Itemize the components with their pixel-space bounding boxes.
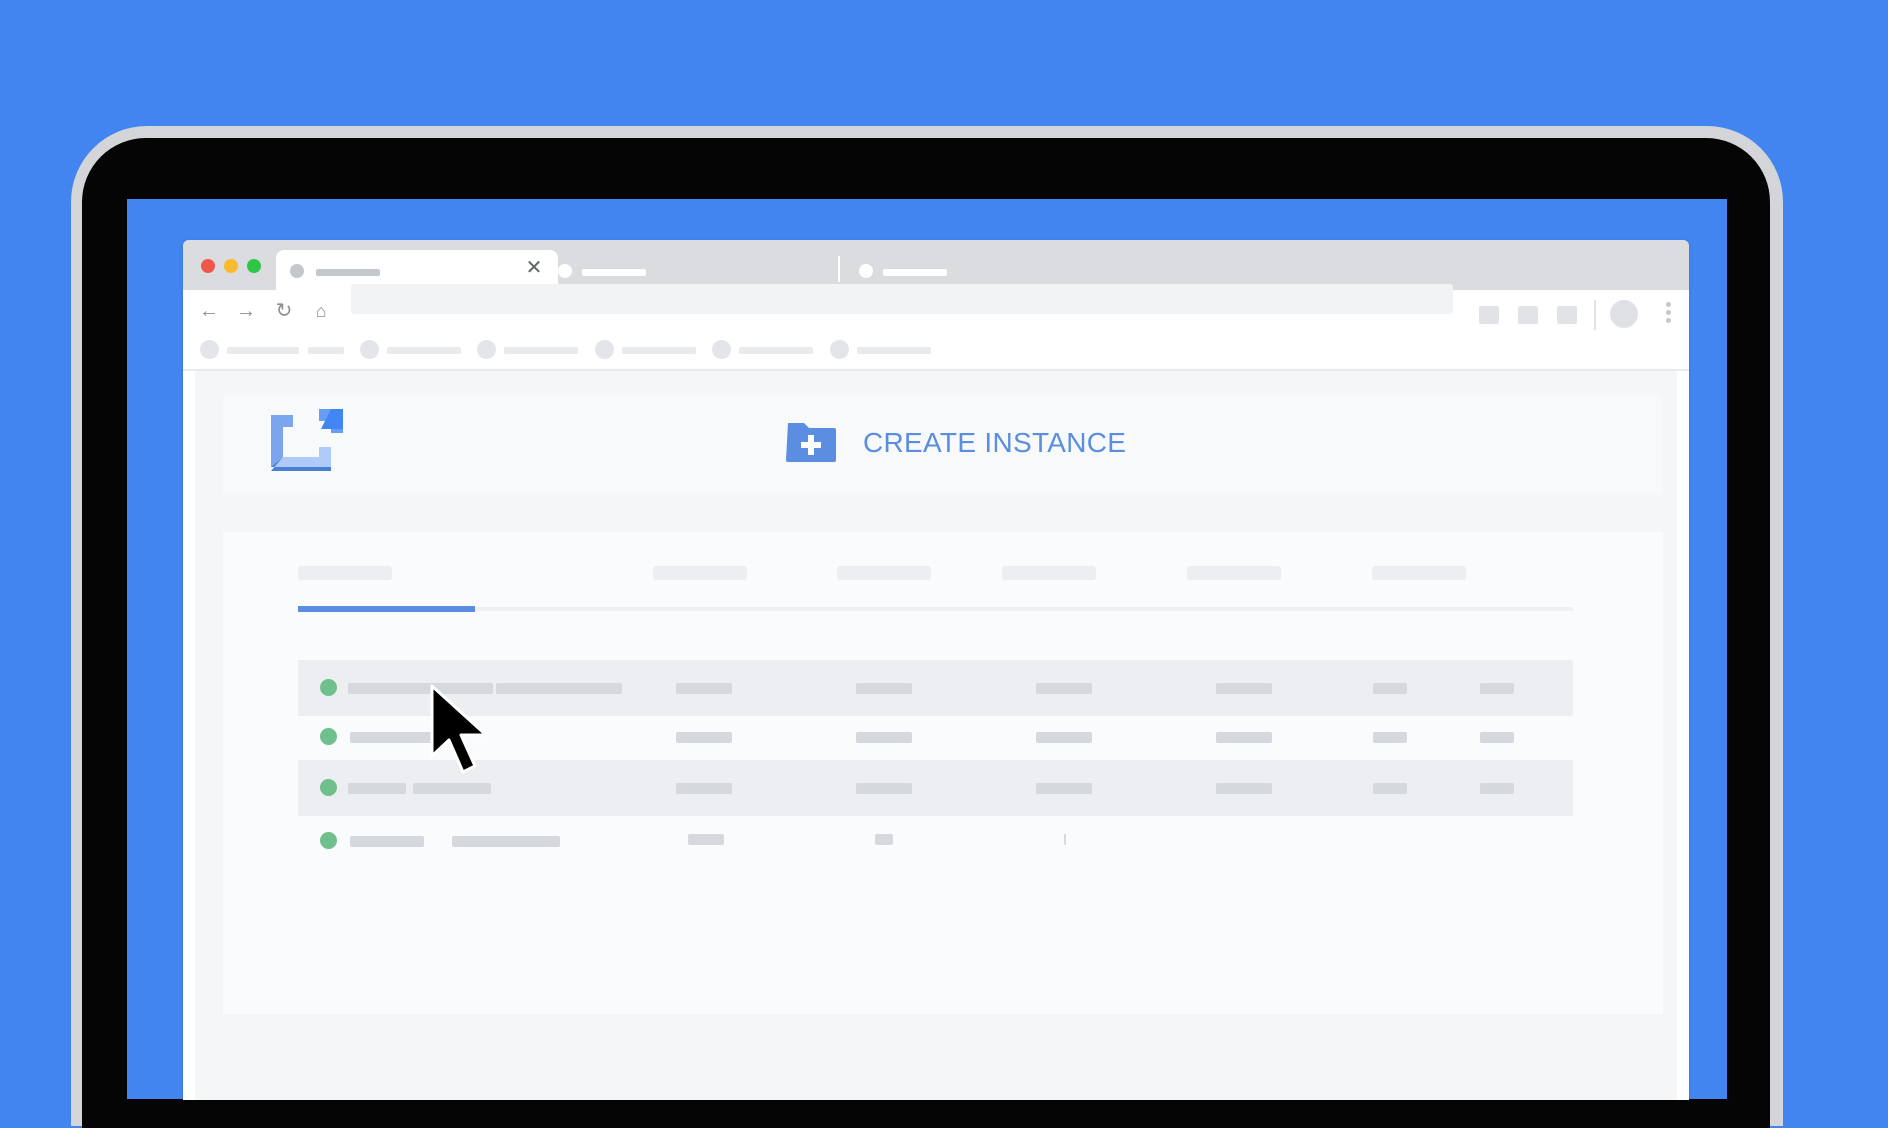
back-arrow-icon[interactable]: ← [196,298,222,324]
tab-title [582,269,646,276]
instance-zone [413,783,491,794]
home-icon[interactable]: ⌂ [308,298,334,324]
table-cell [688,834,724,845]
browser-window: ✕ ← → ↻ ⌂ CREATE INSTANCE [183,240,1689,1100]
reload-icon[interactable]: ↻ [271,298,297,324]
compute-logo-icon [271,409,343,471]
mouse-cursor-icon [430,684,488,774]
bookmark-item[interactable] [308,347,344,354]
table-cell [1036,783,1092,794]
table-row[interactable] [298,814,1573,870]
instance-name[interactable] [350,836,424,847]
profile-avatar[interactable] [1610,300,1638,328]
bookmark-item[interactable] [622,347,696,354]
table-cell [676,783,732,794]
bookmark-favicon[interactable] [595,340,614,359]
tab-favicon [290,264,304,278]
column-header[interactable] [1187,566,1281,580]
forward-arrow-icon[interactable]: → [233,298,259,324]
table-cell [1216,783,1272,794]
tab-favicon [558,264,572,278]
bookmark-favicon[interactable] [712,340,731,359]
column-header[interactable] [837,566,931,580]
extension-icon[interactable] [1479,306,1499,324]
table-cell [856,783,912,794]
bookmark-item[interactable] [739,347,813,354]
table-cell [1216,683,1272,694]
bookmark-item[interactable] [227,347,299,354]
address-bar[interactable] [351,284,1453,314]
table-cell [1036,732,1092,743]
bookmark-item[interactable] [504,347,578,354]
table-cell [875,834,893,845]
table-cell [1480,732,1514,743]
tab-indicator [298,606,475,612]
table-cell [1480,683,1514,694]
tab-title [883,269,947,276]
close-window-button[interactable] [201,259,215,273]
bookmark-favicon[interactable] [200,340,219,359]
zoom-window-button[interactable] [247,259,261,273]
folder-add-icon [786,423,836,462]
instance-name[interactable] [348,783,406,794]
tab-title [316,269,380,276]
create-instance-label: CREATE INSTANCE [863,427,1127,458]
table-cell [1216,732,1272,743]
minimize-window-button[interactable] [224,259,238,273]
table-cell [1480,783,1514,794]
status-indicator [320,779,337,796]
table-cell [1373,683,1407,694]
table-cell [676,683,732,694]
more-vert-icon[interactable] [1666,302,1672,328]
column-header[interactable] [298,566,392,580]
column-header[interactable] [653,566,747,580]
table-cell [1373,783,1407,794]
close-icon[interactable]: ✕ [522,256,546,280]
status-indicator [320,832,337,849]
tab-separator [838,256,840,282]
bookmark-favicon[interactable] [830,340,849,359]
table-cell [676,732,732,743]
table-cell [1373,732,1407,743]
tab-track [298,607,1573,611]
bookmark-item[interactable] [387,347,461,354]
extension-icon[interactable] [1557,306,1577,324]
tab-favicon [859,264,873,278]
bookmark-favicon[interactable] [477,340,496,359]
column-header[interactable] [1002,566,1096,580]
instance-zone [452,836,560,847]
table-cell [856,683,912,694]
page-header: CREATE INSTANCE [223,395,1663,495]
table-cell [1036,683,1092,694]
page-content: CREATE INSTANCE [195,371,1677,1100]
bookmark-item[interactable] [857,347,931,354]
toolbar-separator [1594,300,1596,330]
table-cell [1064,834,1066,845]
status-indicator [320,679,337,696]
bookmarks-bar [183,332,1689,371]
extension-icon[interactable] [1518,306,1538,324]
status-indicator [320,728,337,745]
bookmark-favicon[interactable] [360,340,379,359]
tab-strip: ✕ [183,240,1689,290]
column-header[interactable] [1372,566,1466,580]
instance-name[interactable] [350,732,442,743]
instance-zone [496,683,622,694]
table-cell [856,732,912,743]
